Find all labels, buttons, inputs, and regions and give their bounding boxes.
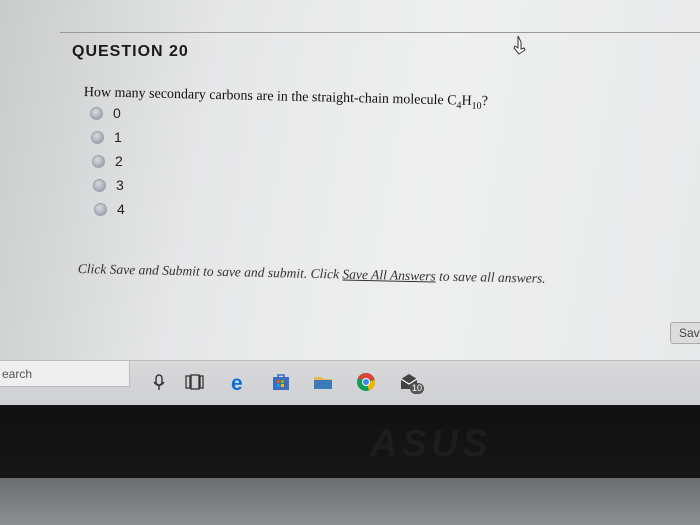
laptop-logo: ASUS	[370, 423, 492, 465]
task-view-icon[interactable]	[183, 371, 205, 393]
instructions-text-1: Click Save and Submit to save and submit…	[77, 261, 343, 282]
option-label: 4	[117, 201, 125, 217]
radio-button[interactable]	[94, 202, 107, 216]
formula-subscript-h: 10	[471, 100, 482, 112]
save-all-answers-link[interactable]: Save All Answers	[342, 267, 436, 284]
option-label: 0	[113, 105, 121, 121]
svg-text:e: e	[231, 372, 243, 393]
option-row[interactable]: 0	[90, 101, 125, 125]
formula-h: H	[461, 93, 472, 109]
store-icon[interactable]	[270, 371, 292, 393]
option-row[interactable]: 1	[91, 125, 125, 149]
question-title: QUESTION 20	[72, 43, 189, 60]
question-mark: ?	[481, 94, 489, 110]
monitor-screen: QUESTION 20 How many secondary carbons a…	[0, 0, 700, 360]
file-explorer-icon[interactable]	[312, 371, 334, 393]
submit-instructions: Click Save and Submit to save and submit…	[78, 261, 546, 287]
mail-badge: 10	[410, 383, 425, 394]
option-label: 3	[116, 177, 124, 193]
windows-taskbar: earch e 10	[0, 360, 700, 405]
mail-app[interactable]: 10	[398, 371, 426, 394]
radio-button[interactable]	[93, 178, 106, 192]
save-button[interactable]: Sav	[670, 322, 700, 344]
question-panel: QUESTION 20 How many secondary carbons a…	[60, 32, 700, 322]
question-text-prefix: How many secondary carbons are in the st…	[83, 85, 457, 109]
instructions-text-2: to save all answers.	[435, 268, 546, 286]
question-text: How many secondary carbons are in the st…	[84, 85, 488, 112]
answer-options: 0 1 2 3 4	[90, 101, 125, 221]
option-label: 2	[115, 153, 123, 169]
radio-button[interactable]	[92, 154, 105, 168]
radio-button[interactable]	[90, 106, 103, 120]
edge-browser-icon[interactable]: e	[228, 371, 250, 393]
option-row[interactable]: 3	[93, 173, 125, 197]
chrome-icon[interactable]	[355, 371, 377, 393]
taskbar-search-input[interactable]: earch	[0, 361, 130, 387]
microphone-icon[interactable]	[148, 371, 170, 393]
option-row[interactable]: 2	[92, 149, 125, 173]
desk-surface	[0, 478, 700, 525]
radio-button[interactable]	[91, 130, 104, 144]
option-row[interactable]: 4	[94, 197, 125, 221]
option-label: 1	[114, 129, 122, 145]
mouse-cursor-icon	[513, 35, 526, 55]
